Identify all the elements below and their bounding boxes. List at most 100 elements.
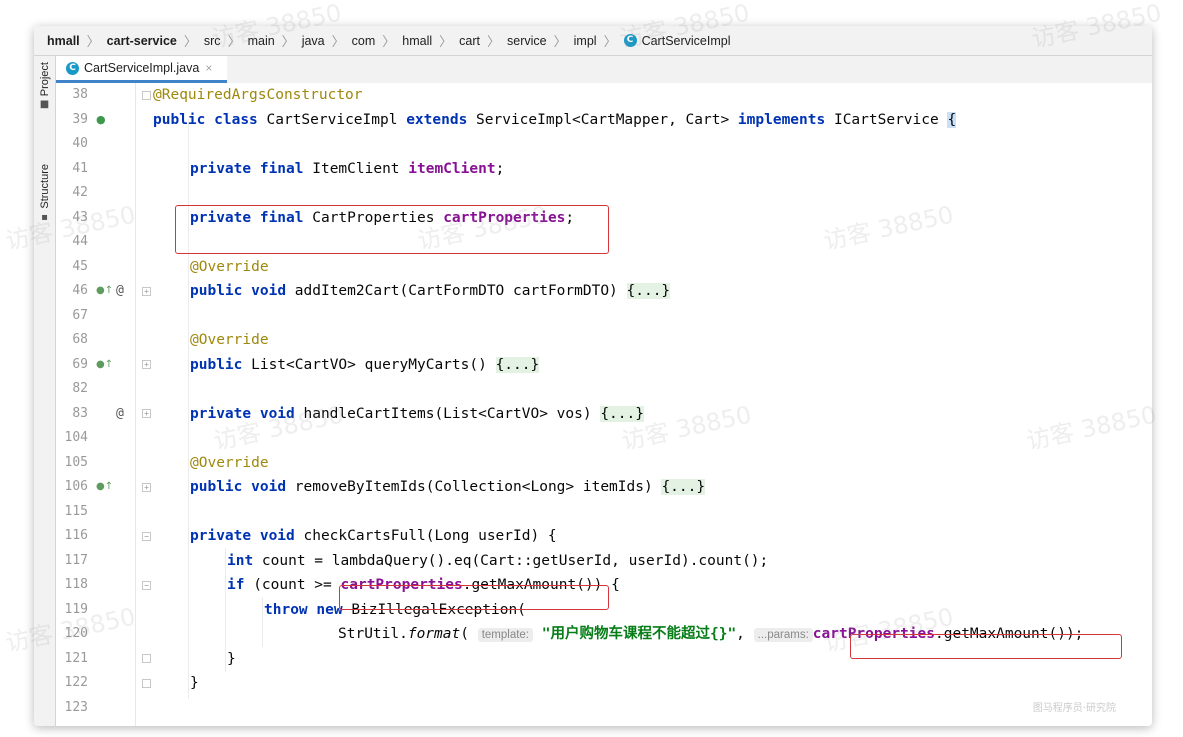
keyword: private	[190, 209, 252, 226]
keyword: private	[190, 528, 252, 544]
keyword: public	[153, 111, 206, 128]
class-ref: StrUtil.	[338, 626, 408, 642]
class-name: CartServiceImpl	[257, 111, 407, 128]
line-number: 118	[64, 577, 88, 592]
annotation-at-icon: @	[116, 405, 124, 421]
breadcrumb-com[interactable]: com 〉	[352, 31, 403, 50]
line-number: 40	[72, 136, 88, 151]
override-marker-icon[interactable]: ●↑	[96, 279, 113, 304]
fold-expand-icon[interactable]: +	[142, 409, 151, 418]
fold-expand-icon[interactable]: +	[142, 360, 151, 369]
code-line-106: public void removeByItemIds(Collection<L…	[190, 475, 706, 500]
fold-marker-icon[interactable]	[142, 654, 151, 663]
keyword: class	[214, 111, 258, 128]
keyword: implements	[737, 111, 826, 128]
condition-end: ) {	[593, 577, 620, 593]
breadcrumb-label: hmall	[402, 33, 433, 48]
field-name: cartProperties	[340, 577, 463, 593]
folded-block[interactable]: {...}	[626, 283, 671, 299]
annotation: @RequiredArgsConstructor	[153, 87, 363, 103]
breadcrumb-hmall-package[interactable]: hmall 〉	[402, 31, 459, 50]
fold-expand-icon[interactable]: +	[142, 287, 151, 296]
breadcrumb-cart[interactable]: cart 〉	[459, 31, 507, 50]
breadcrumb-label: cart	[459, 33, 481, 48]
code-line-120: StrUtil.format( template: "用户购物车课程不能超过{}…	[338, 622, 1083, 647]
folded-block[interactable]: {...}	[661, 479, 706, 495]
navigation-bar: hmall 〉 cart-service 〉 src 〉 main 〉 java 〉 co…	[34, 26, 1152, 56]
fold-collapse-icon[interactable]: −	[142, 581, 151, 590]
type-name: ItemClient	[303, 160, 409, 177]
breadcrumb-impl[interactable]: impl 〉	[574, 31, 624, 50]
keyword: void	[251, 283, 287, 299]
constructor-call: BizIllegalException(	[342, 601, 526, 618]
keyword: final	[259, 209, 304, 226]
fold-marker-icon[interactable]	[142, 91, 151, 100]
folder-icon: ■	[39, 99, 50, 111]
closing-brace: }	[227, 650, 236, 667]
implementation-marker-icon[interactable]: ●	[96, 108, 106, 133]
indent-guide	[188, 119, 189, 699]
override-marker-icon[interactable]: ●↑	[96, 353, 113, 378]
fold-expand-icon[interactable]: +	[142, 483, 151, 492]
project-tool-tab[interactable]: Project ■	[36, 62, 53, 110]
paren: (	[460, 626, 478, 642]
code-line-39: public class CartServiceImpl extends Ser…	[153, 108, 957, 133]
breadcrumb-separator: 〉	[439, 34, 453, 49]
statement: count = lambdaQuery().eq(Cart::getUserId…	[253, 552, 769, 569]
line-number: 41	[72, 160, 88, 176]
static-method: format	[407, 626, 461, 642]
breadcrumb-separator: 〉	[331, 34, 345, 49]
editor-tab-bar: C CartServiceImpl.java ×	[56, 56, 1152, 83]
class-icon: C	[66, 61, 79, 75]
line-number: 105	[64, 454, 88, 470]
code-line-46: public void addItem2Cart(CartFormDTO car…	[190, 279, 671, 304]
keyword: if	[227, 577, 245, 593]
line-number: 115	[64, 503, 88, 519]
breadcrumb-cart-service[interactable]: cart-service 〉	[107, 31, 204, 50]
annotation: @Override	[190, 258, 269, 275]
close-icon[interactable]: ×	[205, 61, 212, 75]
code-line-68: @Override	[190, 328, 269, 353]
tab-cartserviceimpl[interactable]: C CartServiceImpl.java ×	[56, 56, 227, 83]
line-number: 104	[64, 430, 88, 445]
parameter-hint-template: template:	[477, 628, 534, 642]
method-signature: addItem2Cart(CartFormDTO cartFormDTO)	[286, 283, 627, 299]
keyword: void	[259, 528, 295, 544]
indent-guide	[225, 548, 226, 672]
fold-collapse-icon[interactable]: −	[142, 532, 151, 541]
keyword: private	[190, 160, 252, 177]
code-line-119: throw new BizIllegalException(	[264, 598, 526, 623]
override-marker-icon[interactable]: ●↑	[96, 475, 113, 500]
condition-start: (count >=	[244, 577, 341, 593]
signature-text: 图马程序员·研究院	[1032, 703, 1116, 714]
tab-label: CartServiceImpl.java	[84, 61, 200, 75]
keyword: public	[190, 479, 243, 495]
breadcrumb-separator: 〉	[553, 34, 567, 49]
code-line-105: @Override	[190, 451, 269, 476]
code-line-41: private final ItemClient itemClient;	[190, 157, 504, 182]
line-number: 69	[72, 356, 88, 372]
line-number: 122	[64, 675, 88, 690]
breadcrumb-label: com	[351, 33, 376, 48]
structure-tab-label: Structure	[38, 164, 51, 209]
ide-window: hmall 〉 cart-service 〉 src 〉 main 〉 java 〉 co…	[34, 26, 1152, 726]
string-literal: "用户购物车课程不能超过{}"	[541, 626, 737, 642]
line-number: 68	[72, 332, 88, 347]
breadcrumb-hmall[interactable]: hmall 〉	[47, 31, 107, 50]
code-line-121: }	[227, 647, 236, 672]
line-number: 45	[72, 258, 88, 274]
code-line-118: if (count >= cartProperties.getMaxAmount…	[227, 573, 620, 598]
code-line-45: @Override	[190, 255, 269, 280]
keyword: throw	[264, 601, 308, 618]
breadcrumb-label: service	[507, 33, 547, 48]
breadcrumb-service[interactable]: service 〉	[507, 31, 574, 50]
fold-marker-icon[interactable]	[142, 679, 151, 688]
code-line-38: @RequiredArgsConstructor	[153, 83, 363, 108]
folded-block[interactable]: {...}	[495, 356, 540, 373]
code-line-122: }	[190, 671, 199, 696]
keyword: public	[190, 356, 243, 373]
code-editor[interactable]: 38 39 40 41 42 43 44 45 46 67 68 69 82 8…	[56, 83, 1152, 726]
keyword: int	[227, 552, 254, 569]
line-number: 82	[72, 381, 88, 396]
breadcrumb-separator: 〉	[487, 34, 501, 49]
